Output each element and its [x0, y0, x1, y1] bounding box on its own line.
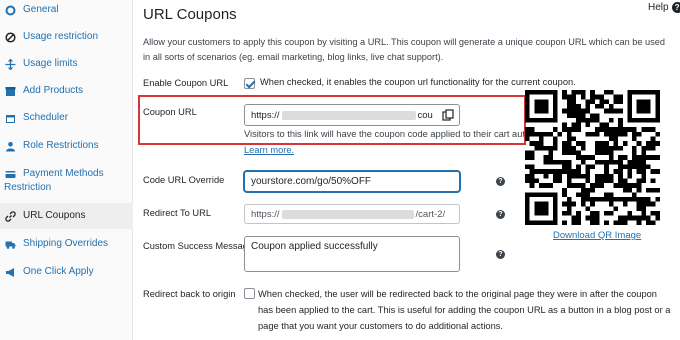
sidebar-item-label: Usage restriction — [23, 31, 99, 42]
sidebar-item-label: Scheduler — [23, 112, 69, 123]
enable-coupon-url-checkbox[interactable] — [244, 78, 255, 89]
sidebar-item-add-products[interactable]: Add Products — [0, 84, 133, 98]
coupon-url-label: Coupon URL — [143, 107, 197, 117]
custom-success-message-textarea[interactable]: Coupon applied successfully — [244, 236, 460, 272]
coupon-url-help: Visitors to this link will have the coup… — [244, 129, 524, 139]
sidebar-item-general[interactable]: General — [0, 3, 133, 17]
sidebar-item-label: Add Products — [23, 85, 84, 96]
code-url-override-value: yourstore.com/go/50%OFF — [251, 176, 372, 187]
sidebar-item-label: URL Coupons — [23, 210, 86, 221]
link-icon — [4, 210, 16, 222]
sidebar-item-one-click-apply[interactable]: One Click Apply — [0, 265, 133, 279]
calendar-icon — [4, 112, 16, 124]
sidebar-item-label: Usage limits — [23, 58, 78, 69]
sidebar-item-usage-limits[interactable]: Usage limits — [0, 57, 133, 71]
custom-success-message-label: Custom Success Message — [143, 241, 254, 251]
sidebar-item-label: Restriction — [4, 182, 52, 193]
section-description: Allow your customers to apply this coupo… — [143, 37, 665, 62]
code-url-override-input[interactable]: yourstore.com/go/50%OFF — [244, 171, 460, 192]
sidebar-item-payment-methods-line2[interactable]: Restriction — [0, 181, 133, 195]
sidebar-item-payment-methods[interactable]: Payment Methods — [0, 167, 133, 181]
megaphone-icon — [4, 266, 16, 278]
sidebar-item-usage-restriction[interactable]: Usage restriction — [0, 30, 133, 44]
ban-icon — [4, 31, 16, 43]
redacted-text — [281, 209, 414, 219]
help-tooltip-icon[interactable]: ? — [496, 210, 505, 219]
sidebar-item-scheduler[interactable]: Scheduler — [0, 111, 133, 125]
gear-icon — [4, 4, 16, 16]
redirect-url-prefix: https:// — [251, 208, 280, 220]
enable-coupon-url-text: When checked, it enables the coupon url … — [260, 77, 576, 87]
help-tooltip-icon[interactable]: ? — [496, 177, 505, 186]
learn-more-link[interactable]: Learn more. — [244, 145, 294, 155]
arrows-icon — [4, 58, 16, 70]
help-label: Help — [648, 2, 669, 13]
enable-coupon-url-label: Enable Coupon URL — [143, 78, 229, 88]
sidebar-item-role-restrictions[interactable]: Role Restrictions — [0, 139, 133, 153]
help-icon: ? — [671, 2, 680, 13]
sidebar-item-label: Role Restrictions — [23, 140, 99, 151]
page-title: URL Coupons — [143, 6, 237, 23]
coupon-url-suffix: cou — [417, 109, 433, 121]
help-tooltip-icon[interactable]: ? — [496, 250, 505, 259]
sidebar-item-label: Payment Methods — [23, 168, 104, 179]
sidebar-item-label: One Click Apply — [23, 266, 94, 277]
qr-code-image — [525, 90, 660, 225]
redirect-url-suffix: /cart-2/ — [415, 208, 446, 220]
truck-icon — [4, 238, 16, 250]
code-url-override-label: Code URL Override — [143, 175, 225, 185]
box-icon — [4, 85, 16, 97]
redirect-to-url-label: Redirect To URL — [143, 208, 212, 218]
coupon-url-prefix: https:// — [251, 109, 280, 121]
user-icon — [4, 140, 16, 152]
sidebar-item-shipping-overrides[interactable]: Shipping Overrides — [0, 237, 133, 251]
redirect-back-label: Redirect back to origin — [143, 289, 236, 299]
redirect-back-checkbox[interactable] — [244, 288, 255, 299]
coupon-url-field[interactable]: https:// cou — [244, 104, 460, 126]
download-qr-image-link[interactable]: Download QR Image — [553, 230, 641, 241]
redirect-back-text: When checked, the user will be redirecte… — [258, 289, 671, 331]
copy-icon[interactable] — [442, 109, 454, 121]
redirect-to-url-input[interactable]: https:// /cart-2/ — [244, 204, 460, 224]
sidebar-item-url-coupons[interactable]: URL Coupons — [0, 203, 133, 229]
sidebar-item-label: Shipping Overrides — [23, 238, 109, 249]
card-icon — [4, 168, 16, 180]
sidebar: General Usage restriction Usage limits A… — [0, 0, 133, 340]
help-button[interactable]: Help ? — [648, 2, 680, 13]
redacted-text — [281, 110, 416, 120]
sidebar-item-label: General — [23, 4, 59, 15]
